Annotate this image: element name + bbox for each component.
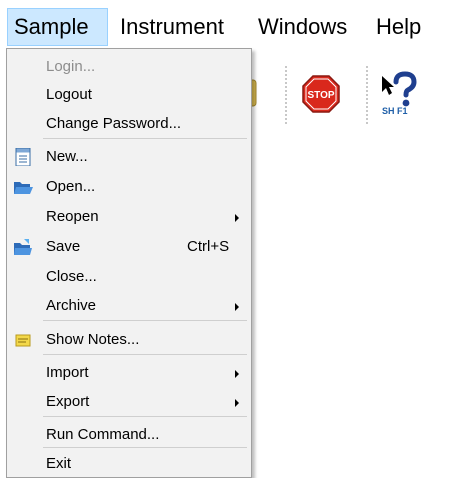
menu-item-reopen[interactable]: Reopen [9,204,249,230]
save-folder-icon [13,238,33,256]
context-help-icon-text: SH F1 [382,106,408,116]
menu-separator [43,354,247,355]
menu-item-change-password[interactable]: Change Password... [9,111,249,137]
menu-item-save[interactable]: Save Ctrl+S [9,234,249,260]
submenu-arrow-icon [235,214,239,222]
menu-item-label: Change Password... [46,115,182,132]
menu-item-label: New... [46,148,88,165]
menu-item-shortcut: Ctrl+S [187,238,230,255]
stop-icon-text: STOP [307,90,334,101]
menu-item-label: Show Notes... [46,331,140,348]
menu-item-open[interactable]: Open... [9,174,249,200]
menu-instrument[interactable]: Instrument [114,8,230,46]
menu-sample[interactable]: Sample [7,8,108,46]
sample-dropdown-menu: Login... Logout Change Password... New..… [6,48,252,478]
submenu-arrow-icon [235,303,239,311]
menu-item-label: Import [46,364,89,381]
menu-separator [43,447,247,448]
toolbar-separator [285,66,287,124]
submenu-arrow-icon [235,399,239,407]
menu-separator [43,320,247,321]
menu-item-label: Reopen [46,208,99,225]
menu-item-new[interactable]: New... [9,144,249,170]
menu-item-export[interactable]: Export [9,389,249,415]
menu-item-label: Logout [46,86,92,103]
menu-item-login: Login... [9,54,249,80]
menu-item-exit[interactable]: Exit [9,451,249,477]
context-help-button[interactable]: SH F1 [380,70,440,118]
open-folder-icon [13,178,33,196]
menu-bar: Sample Instrument Windows Help [0,0,452,50]
menu-item-label: Exit [46,455,72,472]
menu-item-logout[interactable]: Logout [9,82,249,108]
menu-item-run-command[interactable]: Run Command... [9,422,249,448]
new-document-icon [13,147,33,167]
toolbar-separator [366,66,368,124]
context-help-icon: SH F1 [382,71,417,116]
menu-item-label: Run Command... [46,426,160,443]
menu-item-label: Export [46,393,90,410]
stop-button[interactable]: STOP [297,70,345,118]
note-icon [13,331,33,349]
stop-icon: STOP [302,75,340,113]
menu-item-import[interactable]: Import [9,360,249,386]
menu-separator [43,138,247,139]
menu-item-label: Close... [46,268,97,285]
menu-item-label: Open... [46,178,96,195]
menu-item-show-notes[interactable]: Show Notes... [9,327,249,353]
submenu-arrow-icon [235,370,239,378]
menu-item-close[interactable]: Close... [9,264,249,290]
menu-item-label: Save [46,238,81,255]
menu-item-label: Login... [46,58,96,75]
menu-item-archive[interactable]: Archive [9,293,249,319]
menu-separator [43,416,247,417]
menu-item-label: Archive [46,297,97,314]
menu-help[interactable]: Help [370,8,427,46]
menu-windows[interactable]: Windows [252,8,353,46]
